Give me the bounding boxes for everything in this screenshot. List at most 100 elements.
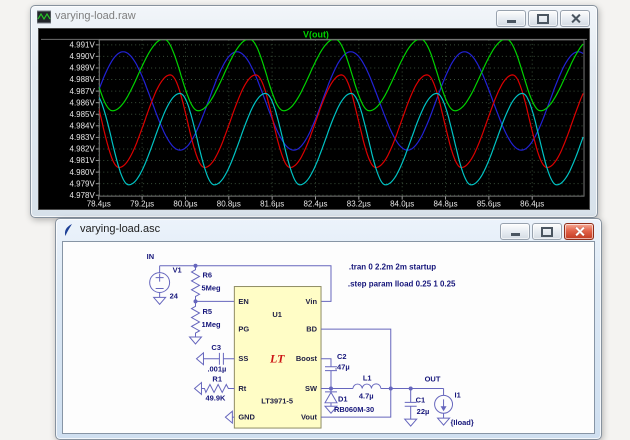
- minimize-icon: [511, 233, 520, 236]
- plot-window-titlebar[interactable]: varying-load.raw: [31, 6, 597, 28]
- pin-rt: Rt: [238, 384, 246, 393]
- resistor-R1[interactable]: R1 49.9K: [195, 375, 235, 403]
- maximize-icon: [541, 227, 553, 237]
- schematic-canvas[interactable]: IN V1 24 R6 5Meg: [62, 241, 595, 434]
- schematic-window-titlebar[interactable]: varying-load.asc: [56, 219, 601, 241]
- pin-en: EN: [238, 297, 248, 306]
- lt-logo: LT: [269, 352, 285, 366]
- maximize-button[interactable]: [528, 10, 558, 27]
- trace-red: [99, 75, 583, 168]
- pin-gnd: GND: [238, 413, 255, 422]
- trace-cyan: [99, 93, 583, 184]
- inductor-L1[interactable]: L1 4.7µ: [353, 374, 381, 401]
- plus-minus-icon: [156, 274, 164, 289]
- close-icon: [574, 226, 585, 237]
- close-button[interactable]: [560, 10, 590, 27]
- svg-text:.001µ: .001µ: [207, 365, 226, 374]
- plot-legend-vout[interactable]: V(out): [303, 29, 329, 39]
- close-button[interactable]: [564, 223, 594, 240]
- y-axis-label: 4.988V: [70, 75, 96, 84]
- schematic-window-title: varying-load.asc: [80, 223, 160, 235]
- x-axis-label: 78.4µs: [87, 200, 111, 209]
- minimize-button[interactable]: [500, 223, 530, 240]
- y-axis-label: 4.987V: [70, 87, 96, 96]
- svg-text:49.9K: 49.9K: [205, 393, 226, 402]
- schematic-window: varying-load.asc IN: [55, 218, 602, 440]
- schematic-drawing[interactable]: IN V1 24 R6 5Meg: [63, 242, 594, 433]
- svg-text:V1: V1: [173, 266, 182, 275]
- spice-directive-tran[interactable]: .tran 0 2.2m 2m startup: [349, 263, 436, 272]
- capacitor-C3[interactable]: C3 .001µ: [196, 343, 234, 374]
- net-label-out[interactable]: OUT: [425, 375, 441, 384]
- plot-window: varying-load.raw V(out) 4.991V4.990V4.98…: [30, 5, 598, 218]
- minimize-icon: [507, 20, 516, 23]
- ground-icon: [196, 353, 203, 365]
- svg-text:5Meg: 5Meg: [201, 284, 221, 293]
- desktop: varying-load.raw V(out) 4.991V4.990V4.98…: [0, 0, 630, 440]
- svg-text:D1: D1: [338, 394, 348, 403]
- x-axis-label: 80.8µs: [217, 200, 241, 209]
- svg-text:C3: C3: [211, 343, 221, 352]
- ground-icon: [190, 337, 202, 344]
- x-axis-label: 81.6µs: [260, 200, 284, 209]
- x-axis-label: 82.4µs: [303, 200, 327, 209]
- pin-ss: SS: [238, 354, 248, 363]
- maximize-button[interactable]: [532, 223, 562, 240]
- minimize-button[interactable]: [496, 10, 526, 27]
- pin-vin: Vin: [306, 297, 318, 306]
- voltage-source-V1[interactable]: V1 24: [150, 266, 182, 305]
- svg-text:U1: U1: [272, 310, 282, 319]
- waveform-plot[interactable]: V(out) 4.991V4.990V4.989V4.988V4.987V4.9…: [39, 29, 589, 209]
- svg-text:{Iload}: {Iload}: [451, 418, 474, 427]
- y-axis-label: 4.986V: [70, 98, 96, 107]
- plot-frame: [99, 40, 584, 196]
- x-axis-label: 86.4µs: [520, 200, 544, 209]
- net-label-in[interactable]: IN: [147, 252, 154, 261]
- ground-icon: [405, 419, 417, 426]
- schematic-window-controls: [500, 223, 594, 240]
- x-axis-label: 79.2µs: [130, 200, 154, 209]
- svg-text:R5: R5: [202, 307, 212, 316]
- svg-text:L1: L1: [363, 374, 372, 383]
- x-axis-label: 84.0µs: [390, 200, 414, 209]
- pin-vout: Vout: [301, 413, 318, 422]
- svg-text:4.7µ: 4.7µ: [359, 391, 374, 400]
- svg-text:1Meg: 1Meg: [201, 320, 221, 329]
- plot-window-title: varying-load.raw: [55, 10, 136, 22]
- resistor-R6[interactable]: R6 5Meg: [192, 266, 221, 302]
- svg-text:R6: R6: [202, 271, 212, 280]
- capacitor-C2[interactable]: C2 .47µ: [321, 352, 350, 389]
- y-axis-label: 4.984V: [70, 122, 96, 131]
- ground-icon: [154, 297, 166, 304]
- waveform-doc-icon: [37, 10, 51, 24]
- y-axis-label: 4.980V: [70, 168, 96, 177]
- y-axis-label: 4.983V: [70, 133, 96, 142]
- svg-text:R1: R1: [212, 375, 222, 384]
- x-axis-label: 84.8µs: [433, 200, 457, 209]
- svg-text:I1: I1: [455, 390, 461, 399]
- y-axis-label: 4.985V: [70, 110, 96, 119]
- svg-text:RB060M-30: RB060M-30: [334, 405, 374, 414]
- ltspice-swoosh-icon: [62, 223, 76, 237]
- ground-icon: [438, 418, 450, 425]
- svg-text:.47µ: .47µ: [335, 363, 350, 372]
- y-axis-label: 4.982V: [70, 145, 96, 154]
- svg-text:22µ: 22µ: [417, 407, 430, 416]
- spice-directive-step[interactable]: .step param Iload 0.25 1 0.25: [348, 280, 456, 289]
- resistor-R5[interactable]: R5 1Meg: [190, 301, 221, 344]
- pin-boost: Boost: [296, 354, 318, 363]
- ic-U1-LT3971-5[interactable]: U1 LT LT3971-5 EN PG SS Rt GND Vin BD Bo…: [234, 287, 321, 429]
- trace-blue: [99, 52, 583, 150]
- waveform-panel[interactable]: V(out) 4.991V4.990V4.989V4.988V4.987V4.9…: [38, 28, 590, 210]
- capacitor-C1[interactable]: C1 22µ: [405, 388, 430, 426]
- pin-bd: BD: [306, 325, 317, 334]
- close-icon: [570, 13, 581, 24]
- y-axis-label: 4.989V: [70, 64, 96, 73]
- pin-pg: PG: [238, 325, 249, 334]
- ground-gnd-pin[interactable]: [225, 411, 234, 423]
- current-source-I1[interactable]: I1 {Iload}: [435, 388, 474, 427]
- pin-sw: SW: [305, 384, 318, 393]
- x-axis-label: 80.0µs: [173, 200, 197, 209]
- svg-text:C1: C1: [416, 395, 426, 404]
- y-axis-label: 4.979V: [70, 179, 96, 188]
